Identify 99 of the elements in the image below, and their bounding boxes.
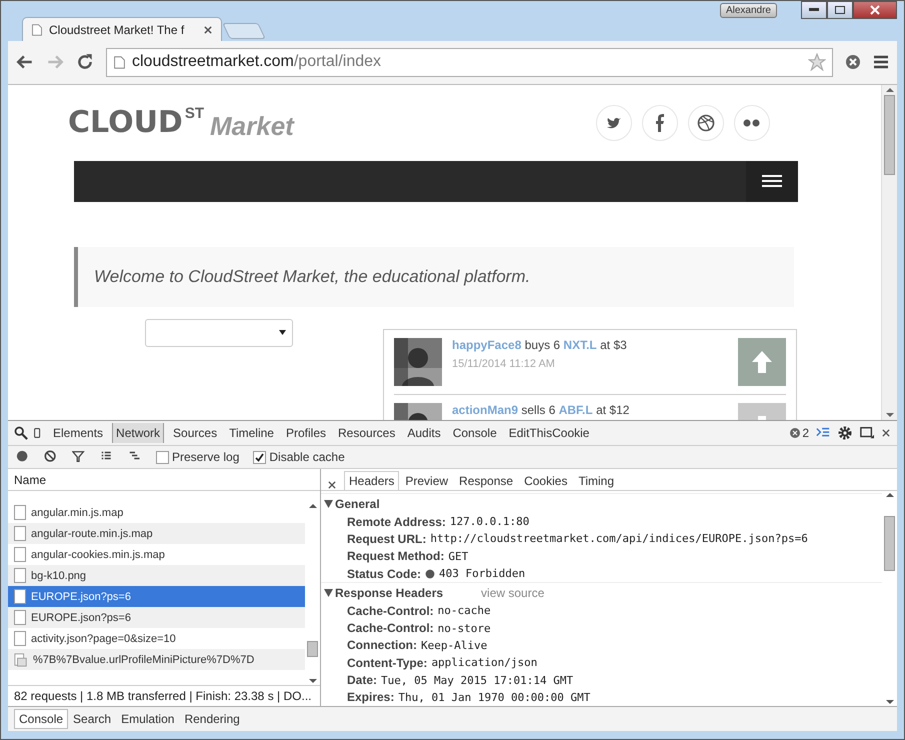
dock-icon bbox=[859, 426, 875, 440]
scroll-thumb[interactable] bbox=[884, 516, 895, 572]
header-name: Remote Address: bbox=[347, 514, 446, 529]
address-bar[interactable]: cloudstreetmarket.com/portal/index bbox=[106, 48, 833, 77]
page-icon bbox=[31, 22, 43, 37]
activity-time: 15/11/2014 11:12 AM bbox=[452, 358, 556, 370]
filter-icon bbox=[72, 450, 86, 464]
close-button[interactable] bbox=[853, 1, 897, 19]
header-value: 403 Forbidden bbox=[439, 567, 526, 580]
header-value: GET bbox=[448, 550, 468, 563]
facebook-icon[interactable] bbox=[642, 104, 678, 141]
devtools-tab[interactable]: Audits bbox=[404, 423, 444, 444]
scroll-down-icon[interactable] bbox=[308, 677, 316, 685]
drawer-tab[interactable]: Emulation bbox=[116, 709, 180, 729]
error-count[interactable]: 2 bbox=[790, 426, 809, 440]
header-value: Thu, 01 Jan 1970 00:00:00 GMT bbox=[398, 690, 590, 704]
scrollbar[interactable] bbox=[881, 84, 897, 420]
triangle-icon bbox=[324, 588, 333, 597]
checkbox[interactable]: Preserve log bbox=[156, 450, 240, 464]
drawer-tab[interactable]: Rendering bbox=[179, 709, 245, 729]
header-name: Expires: bbox=[347, 690, 394, 704]
view-source-link[interactable]: view source bbox=[481, 586, 544, 600]
select-field[interactable] bbox=[145, 318, 293, 347]
page-icon bbox=[113, 54, 126, 70]
maximize-icon bbox=[835, 6, 845, 14]
browser-tab[interactable]: Cloudstreet Market! The f bbox=[22, 17, 222, 42]
minimize-button[interactable] bbox=[801, 1, 827, 19]
scroll-thumb[interactable] bbox=[307, 640, 318, 657]
reload-icon bbox=[76, 53, 94, 72]
detail-tab[interactable]: Headers bbox=[344, 471, 400, 490]
settings-icon bbox=[837, 425, 853, 442]
header-value: 127.0.0.1:80 bbox=[450, 515, 530, 528]
menu-icon[interactable] bbox=[746, 160, 798, 202]
close-icon bbox=[870, 5, 880, 15]
error-icon bbox=[790, 428, 800, 438]
header-name: Cache-Control: bbox=[347, 621, 434, 636]
header-name: Request URL: bbox=[347, 532, 426, 546]
header-value: no-store bbox=[438, 622, 491, 635]
image-icon bbox=[14, 652, 28, 668]
header-value: application/json bbox=[431, 656, 538, 670]
scrollbar[interactable] bbox=[305, 502, 320, 685]
welcome-text: Welcome to CloudStreet Market, the educational platform. bbox=[94, 266, 530, 287]
profile-name[interactable]: Alexandre bbox=[720, 3, 777, 18]
devtools-tab[interactable]: Profiles bbox=[282, 423, 329, 444]
dots-icon[interactable] bbox=[734, 104, 770, 141]
header-name: Date: bbox=[347, 673, 378, 688]
scroll-thumb[interactable] bbox=[884, 94, 895, 175]
header-name: Status Code: bbox=[347, 566, 422, 581]
activity-text: happyFace8 buys 6 NXT.L at $3 bbox=[452, 338, 628, 352]
maximize-button[interactable] bbox=[827, 1, 853, 19]
header-name: Content-Type: bbox=[347, 656, 428, 670]
devtools-tab[interactable]: Console bbox=[450, 423, 500, 444]
record-icon bbox=[16, 450, 30, 464]
triangle-icon bbox=[324, 500, 333, 508]
devtools-tab[interactable]: Elements bbox=[50, 423, 106, 444]
request-row[interactable]: EUROPE.json?ps=6 bbox=[8, 607, 305, 628]
devtools-tab[interactable]: Network bbox=[112, 423, 164, 444]
devtools-tab[interactable]: Timeline bbox=[226, 423, 277, 444]
drawer-tab[interactable]: Console bbox=[14, 709, 68, 729]
header-value: no-cache bbox=[438, 604, 491, 618]
request-row[interactable]: angular-route.min.js.map bbox=[8, 523, 305, 544]
scrollbar[interactable] bbox=[882, 491, 897, 706]
menu-icon bbox=[873, 54, 889, 70]
back-icon bbox=[16, 53, 34, 72]
section-header[interactable]: Response Headers bbox=[324, 586, 444, 600]
devtools-tab[interactable]: Sources bbox=[170, 423, 220, 444]
header-value: Keep-Alive bbox=[421, 638, 488, 652]
activity-text: actionMan9 sells 6 ABF.L at $12 bbox=[452, 402, 630, 417]
header-value: Tue, 05 May 2015 17:01:14 GMT bbox=[381, 674, 574, 687]
drawer-tab[interactable]: Search bbox=[68, 709, 116, 729]
devtools-tab[interactable]: EditThisCookie bbox=[506, 423, 592, 444]
summary-text: 82 requests | 1.8 MB transferred | Finish: 23.38 s | DO... bbox=[14, 689, 312, 703]
close-icon bbox=[881, 428, 891, 438]
header-value: http://cloudstreetmarket.com/api/indices/EUROPE.json?ps=6 bbox=[430, 532, 808, 546]
column-header[interactable]: Name bbox=[14, 472, 46, 487]
scroll-up-icon[interactable] bbox=[308, 502, 316, 510]
section-header[interactable]: General bbox=[324, 496, 380, 511]
request-row[interactable]: %7B%7Bvalue.urlProfileMiniPicture%7D%7D bbox=[8, 649, 305, 670]
caret-icon bbox=[279, 330, 286, 336]
search-icon bbox=[14, 426, 28, 440]
scroll-up-icon[interactable] bbox=[886, 491, 894, 500]
close-icon bbox=[203, 24, 213, 35]
request-row[interactable]: bg-k10.png bbox=[8, 565, 305, 586]
request-row[interactable]: EUROPE.json?ps=6 bbox=[8, 586, 305, 608]
header-name: Cache-Control: bbox=[347, 604, 434, 618]
bird-icon[interactable] bbox=[596, 104, 632, 141]
devtools-tab[interactable]: Resources bbox=[335, 423, 398, 444]
close-icon bbox=[845, 54, 861, 70]
star-icon bbox=[808, 53, 826, 72]
ball-icon[interactable] bbox=[688, 104, 724, 141]
close-icon bbox=[327, 480, 337, 490]
header-name: Request Method: bbox=[347, 549, 444, 564]
clear-icon bbox=[44, 450, 58, 464]
forward-icon bbox=[46, 53, 64, 72]
checkmark-icon bbox=[255, 452, 264, 462]
checkbox[interactable]: Disable cache bbox=[253, 450, 345, 464]
status-dot-icon bbox=[425, 568, 436, 579]
minimize-icon bbox=[809, 8, 819, 12]
header-name: Connection: bbox=[347, 638, 417, 652]
